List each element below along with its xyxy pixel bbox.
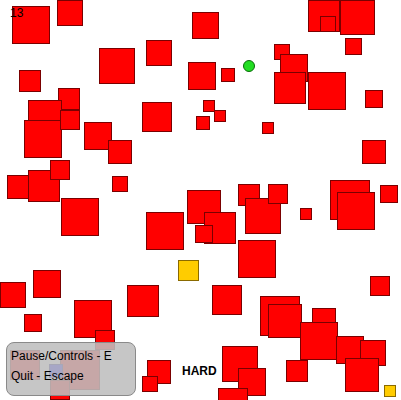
obstacle-square xyxy=(340,0,375,35)
obstacle-square xyxy=(146,212,184,250)
obstacle-square xyxy=(60,110,80,130)
obstacle-square xyxy=(196,116,210,130)
obstacle-square xyxy=(345,358,379,392)
score-counter: 13 xyxy=(10,6,23,20)
difficulty-label: HARD xyxy=(182,364,217,378)
game-field[interactable]: 13 HARD Pause/Controls - E Quit - Escape xyxy=(0,0,401,400)
obstacle-square xyxy=(345,38,362,55)
obstacle-square xyxy=(112,176,128,192)
help-line: Pause/Controls - E xyxy=(11,349,131,363)
obstacle-square xyxy=(142,102,172,132)
obstacle-square xyxy=(19,70,41,92)
player-dot[interactable] xyxy=(243,60,255,72)
obstacle-square xyxy=(61,198,99,236)
obstacle-square xyxy=(300,208,312,220)
obstacle-square xyxy=(214,110,226,122)
obstacle-square xyxy=(238,240,276,278)
obstacle-square xyxy=(24,314,42,332)
obstacle-square xyxy=(268,304,302,338)
obstacle-square xyxy=(370,276,390,296)
obstacle-square xyxy=(286,360,308,382)
obstacle-square xyxy=(195,225,213,243)
obstacle-square xyxy=(274,72,306,104)
obstacle-square xyxy=(268,184,288,204)
obstacle-square xyxy=(33,270,61,298)
obstacle-square xyxy=(365,90,383,108)
obstacle-square xyxy=(146,40,172,66)
pickup-square xyxy=(384,385,396,397)
obstacle-square xyxy=(218,388,248,400)
obstacle-square xyxy=(50,160,70,180)
obstacle-square xyxy=(337,192,375,230)
obstacle-square xyxy=(308,72,346,110)
obstacle-square xyxy=(99,48,135,84)
obstacle-square xyxy=(0,282,26,308)
obstacle-square xyxy=(221,68,235,82)
obstacle-square xyxy=(212,285,242,315)
obstacle-square xyxy=(262,122,274,134)
obstacle-square xyxy=(24,120,62,158)
obstacle-square xyxy=(380,185,398,203)
help-line: Quit - Escape xyxy=(11,369,131,383)
obstacle-square xyxy=(57,0,83,26)
obstacle-square xyxy=(192,12,219,39)
goal-square xyxy=(178,260,199,281)
obstacle-square xyxy=(127,285,159,317)
obstacle-square xyxy=(188,62,216,90)
help-panel: Pause/Controls - E Quit - Escape xyxy=(6,342,136,396)
obstacle-square xyxy=(108,140,132,164)
obstacle-square xyxy=(320,16,336,32)
obstacle-square xyxy=(362,140,386,164)
obstacle-square xyxy=(142,376,158,392)
obstacle-square xyxy=(300,322,338,360)
